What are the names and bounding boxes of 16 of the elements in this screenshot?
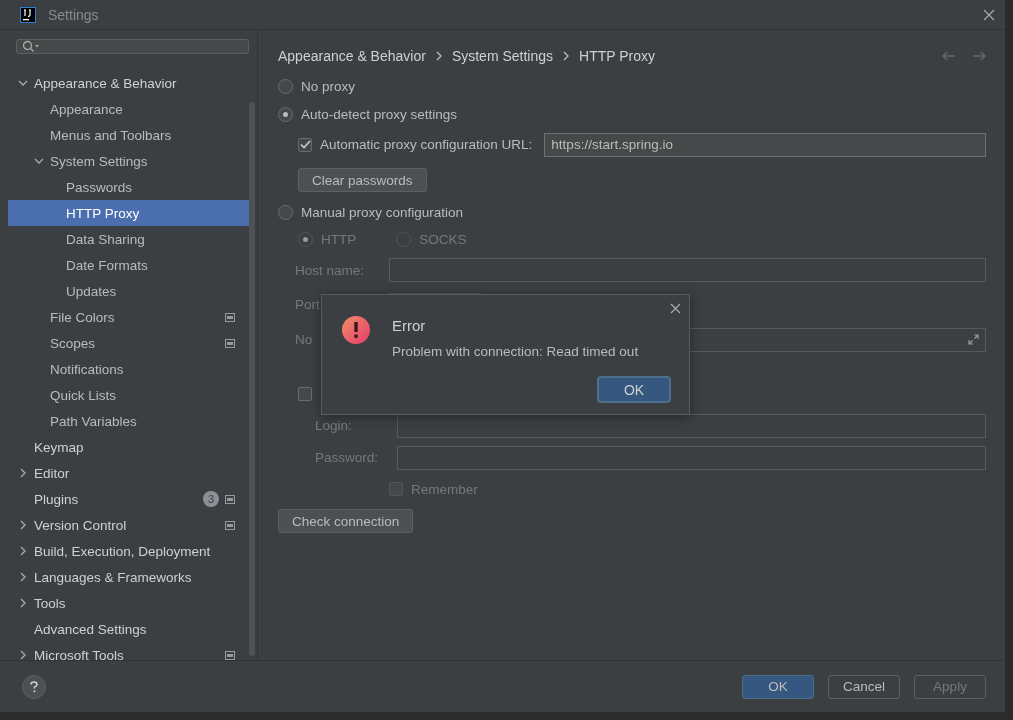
dialog-message: Problem with connection: Read timed out	[392, 344, 640, 359]
radio-label: SOCKS	[419, 231, 467, 247]
field-label: Host name:	[295, 262, 366, 278]
count-badge: 3	[203, 491, 219, 507]
radio-label: No proxy	[301, 78, 356, 94]
checkbox-label: Remember	[411, 481, 478, 497]
field-label: No	[295, 332, 314, 347]
radio-label: Manual proxy configuration	[301, 204, 464, 220]
field-label: Password:	[315, 450, 380, 465]
field-label: Login:	[315, 418, 353, 433]
field-label: Port	[295, 297, 321, 312]
radio-label: Auto-detect proxy settings	[301, 106, 458, 122]
checkbox-label: Automatic proxy configuration URL:	[320, 137, 533, 152]
window-title: Settings	[48, 6, 100, 23]
radio-label: HTTP	[321, 231, 357, 247]
dialog-title: Error	[392, 317, 427, 334]
